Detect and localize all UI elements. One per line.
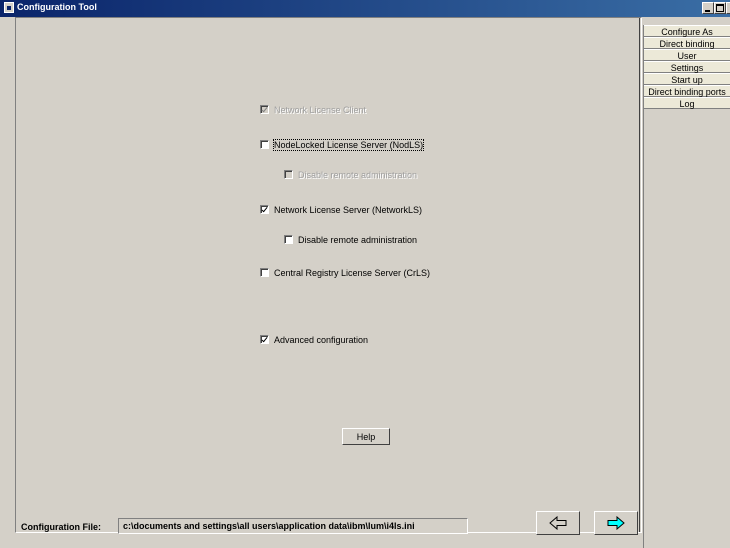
maximize-icon: [715, 3, 725, 13]
network-license-client-label: Network License Client: [274, 104, 367, 115]
networkls-disable-remote-admin-checkbox[interactable]: [284, 235, 293, 244]
network-license-server-option[interactable]: Network License Server (NetworkLS): [260, 203, 422, 216]
nodelocked-license-server-checkbox[interactable]: [260, 140, 269, 149]
app-icon[interactable]: [4, 2, 14, 13]
network-license-client-checkbox: [260, 105, 269, 114]
nav-item-user[interactable]: User: [644, 49, 730, 61]
network-license-server-checkbox[interactable]: [260, 205, 269, 214]
configure-as-panel: Network License Client NodeLocked Licens…: [15, 17, 642, 533]
nodls-disable-remote-admin-option: Disable remote administration: [284, 168, 417, 181]
advanced-configuration-checkbox[interactable]: [260, 335, 269, 344]
title-bar: Configuration Tool: [0, 0, 730, 17]
right-arrow-icon: [607, 516, 625, 530]
central-registry-license-server-option[interactable]: Central Registry License Server (CrLS): [260, 266, 430, 279]
next-button[interactable]: [594, 511, 638, 535]
nodls-disable-remote-admin-checkbox: [284, 170, 293, 179]
networkls-disable-remote-admin-label[interactable]: Disable remote administration: [298, 235, 417, 245]
left-arrow-icon: [549, 516, 567, 530]
network-license-server-label[interactable]: Network License Server (NetworkLS): [274, 205, 422, 215]
minimize-icon: [703, 3, 713, 13]
nodelocked-license-server-option[interactable]: NodeLocked License Server (NodLS): [260, 138, 425, 151]
back-button[interactable]: [536, 511, 580, 535]
central-registry-license-server-checkbox[interactable]: [260, 268, 269, 277]
help-button-label: Help: [356, 431, 376, 442]
configuration-file-field[interactable]: c:\documents and settings\all users\appl…: [118, 518, 468, 534]
side-nav: Configure As Direct binding User Setting…: [643, 25, 730, 548]
nodls-disable-remote-admin-label: Disable remote administration: [298, 169, 418, 180]
nav-item-configure-as[interactable]: Configure As: [644, 25, 730, 37]
advanced-configuration-option[interactable]: Advanced configuration: [260, 333, 368, 346]
nodelocked-license-server-label[interactable]: NodeLocked License Server (NodLS): [272, 138, 425, 151]
nav-item-direct-binding[interactable]: Direct binding: [644, 37, 730, 49]
nav-item-start-up[interactable]: Start up: [644, 73, 730, 85]
maximize-button[interactable]: [714, 2, 726, 14]
nav-item-direct-binding-ports[interactable]: Direct binding ports: [644, 85, 730, 97]
window-title: Configuration Tool: [17, 2, 97, 12]
close-button[interactable]: [726, 2, 730, 14]
configuration-file-label: Configuration File:: [21, 522, 101, 532]
networkls-disable-remote-admin-option[interactable]: Disable remote administration: [284, 233, 417, 246]
nav-item-settings[interactable]: Settings: [644, 61, 730, 73]
central-registry-license-server-label[interactable]: Central Registry License Server (CrLS): [274, 268, 430, 278]
minimize-button[interactable]: [702, 2, 714, 14]
help-button[interactable]: Help: [342, 428, 390, 445]
nav-item-log[interactable]: Log: [644, 97, 730, 109]
advanced-configuration-label[interactable]: Advanced configuration: [274, 335, 368, 345]
network-license-client-option: Network License Client: [260, 103, 366, 116]
